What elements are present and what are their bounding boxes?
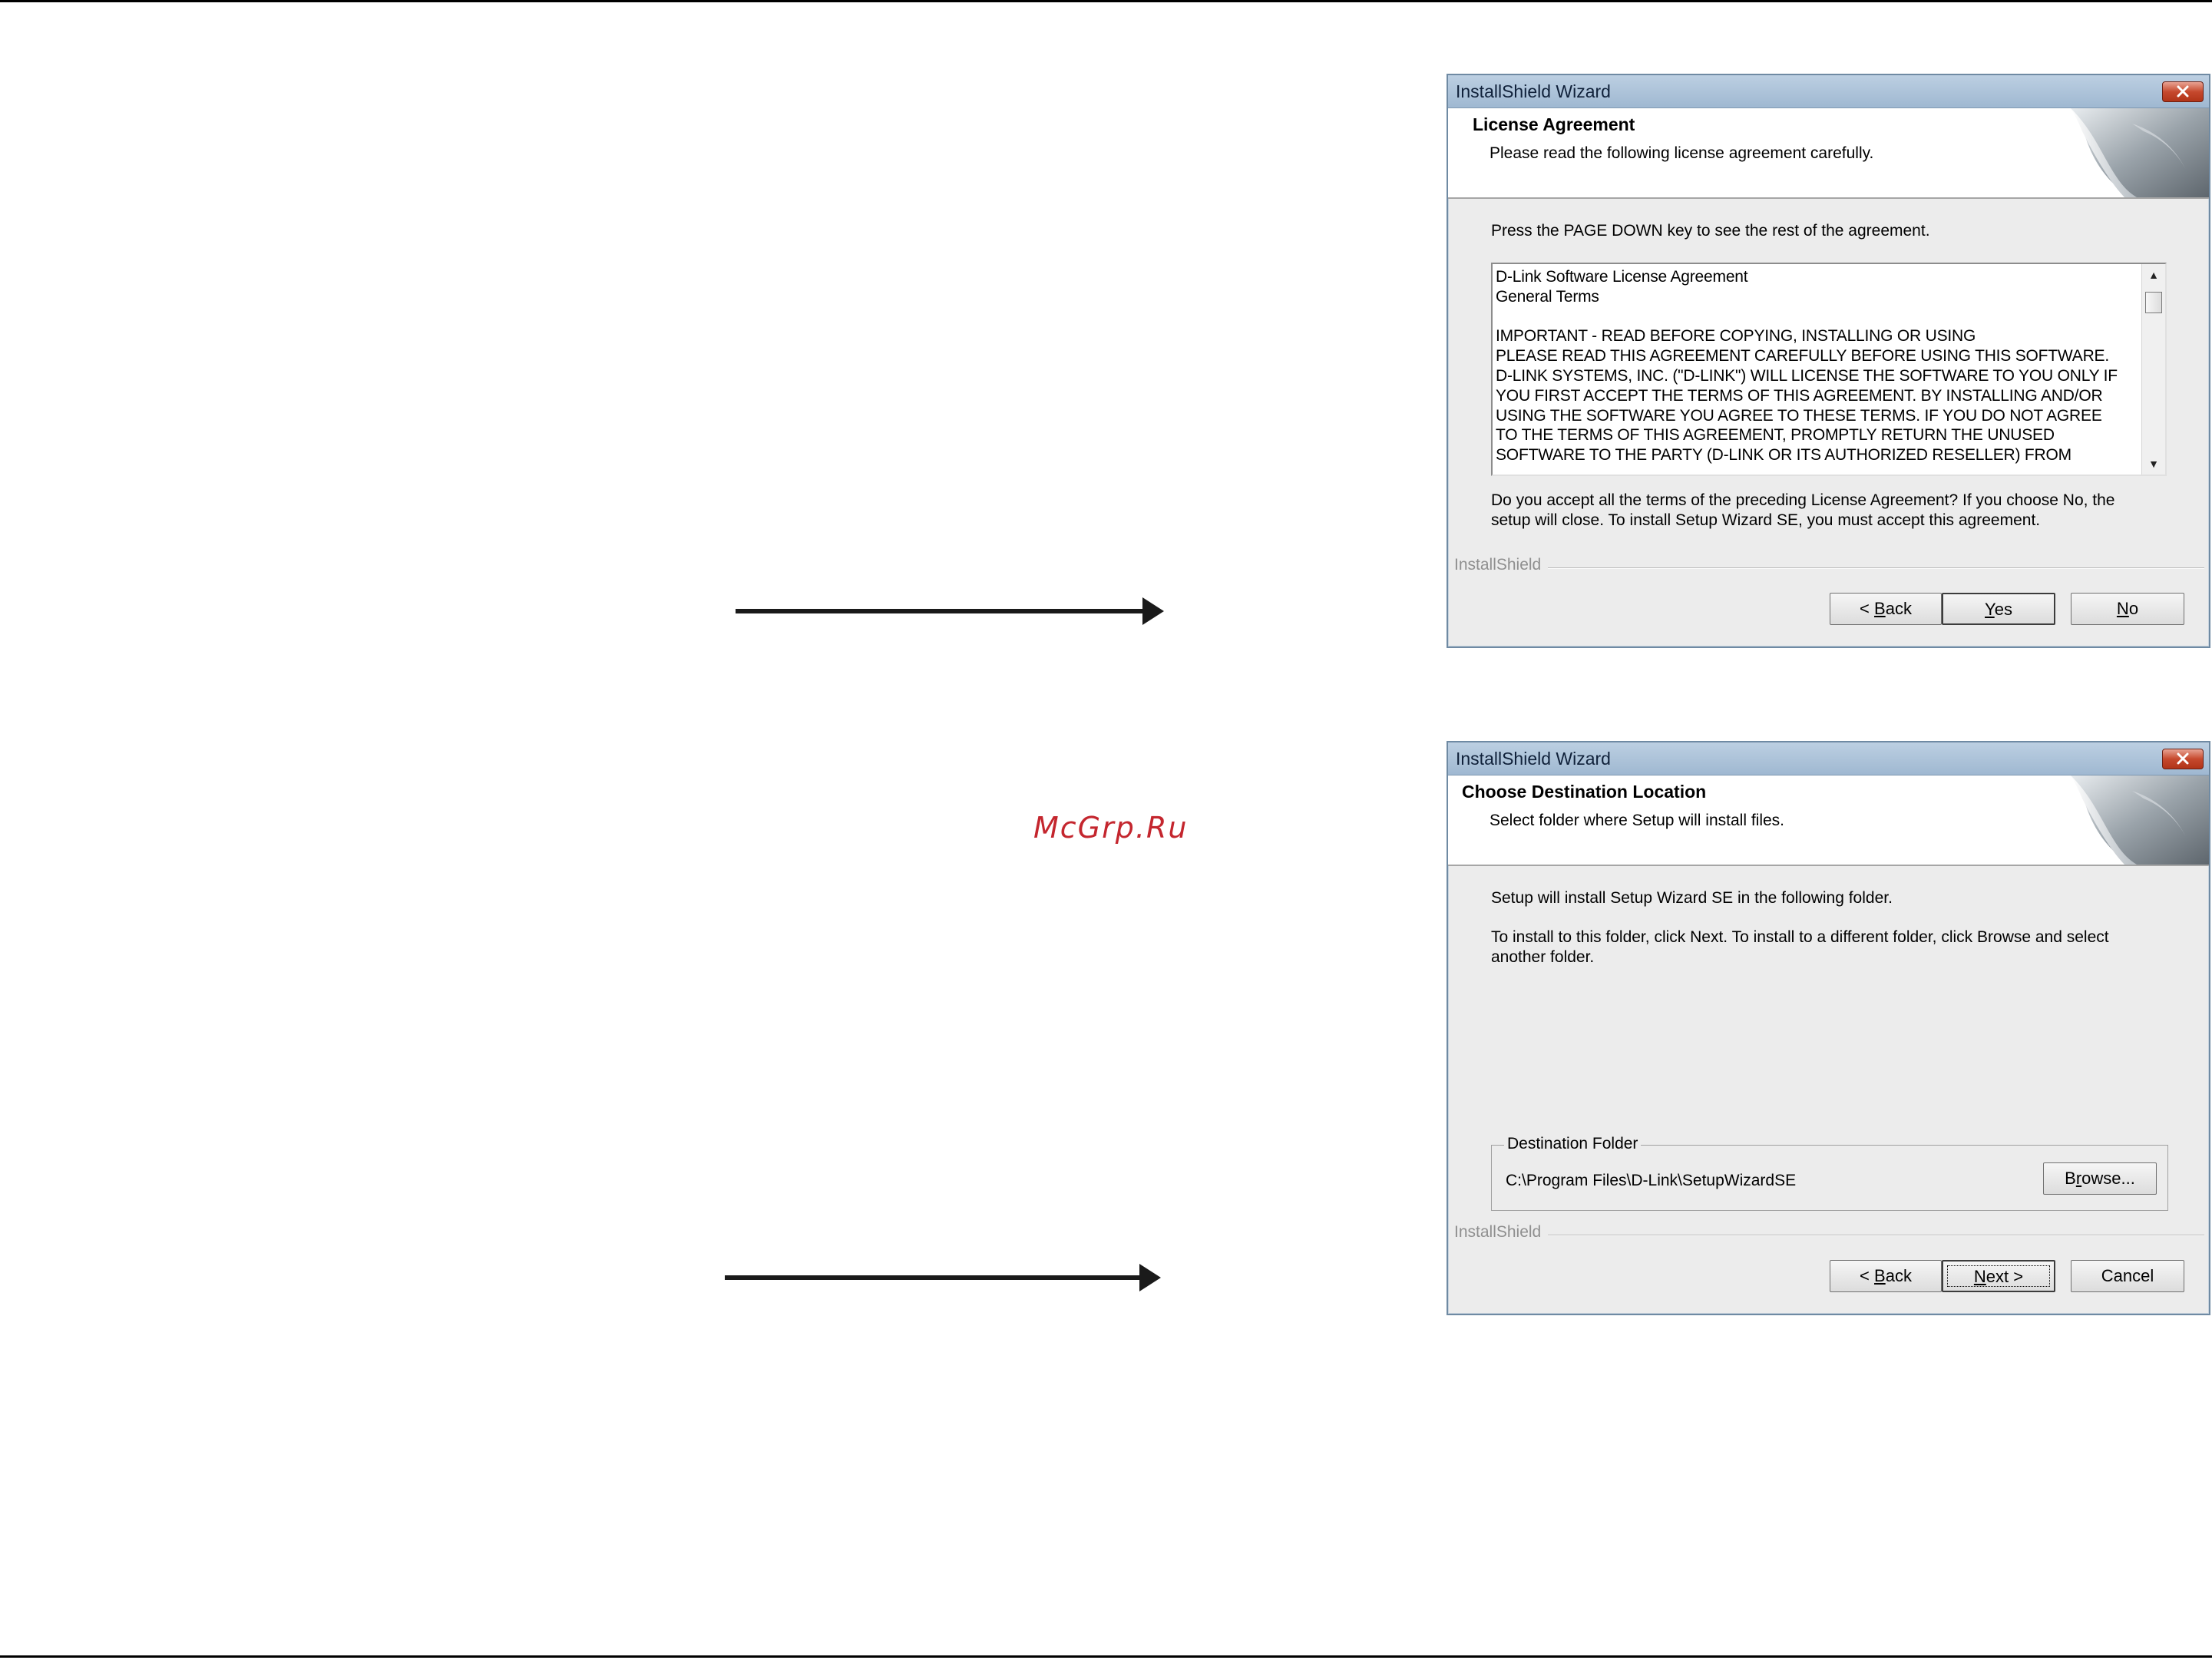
header-panel: Choose Destination Location Select folde…: [1448, 775, 2209, 866]
back-button[interactable]: < Back: [1830, 593, 1942, 625]
window-title: InstallShield Wizard: [1456, 749, 1611, 769]
scroll-thumb[interactable]: [2145, 292, 2162, 313]
close-button[interactable]: [2162, 749, 2204, 769]
window-title: InstallShield Wizard: [1456, 81, 1611, 101]
instruction-text: Press the PAGE DOWN key to see the rest …: [1491, 222, 1930, 240]
yes-button[interactable]: Yes: [1942, 593, 2055, 625]
choose-destination-dialog: InstallShield Wizard Choose Destination …: [1447, 741, 2210, 1315]
accept-question-line2: setup will close. To install Setup Wizar…: [1491, 511, 2041, 529]
close-icon: [2177, 85, 2189, 98]
back-button[interactable]: < Back: [1830, 1260, 1942, 1292]
accept-question-line1: Do you accept all the terms of the prece…: [1491, 491, 2115, 509]
license-scrollbar[interactable]: ▲ ▼: [2141, 264, 2165, 475]
installshield-graphic-icon: [2071, 775, 2209, 865]
install-folder-text: Setup will install Setup Wizard SE in th…: [1491, 889, 1893, 907]
installshield-label: InstallShield: [1454, 556, 1542, 574]
header-subtitle: Please read the following license agreem…: [1490, 144, 1874, 162]
destination-folder-group: Destination Folder C:\Program Files\D-Li…: [1491, 1135, 2168, 1211]
page-bottom-rule: [0, 1655, 2212, 1658]
footer-divider: [1548, 1235, 2204, 1236]
footer-divider: [1548, 567, 2204, 569]
page-top-rule: [0, 0, 2212, 2]
close-icon: [2177, 752, 2189, 765]
titlebar: InstallShield Wizard: [1448, 75, 2209, 108]
installshield-label: InstallShield: [1454, 1223, 1542, 1241]
close-button[interactable]: [2162, 81, 2204, 102]
arrow-to-yes-icon: [736, 597, 1164, 625]
install-instruction-line1: To install to this folder, click Next. T…: [1491, 928, 2109, 946]
titlebar: InstallShield Wizard: [1448, 742, 2209, 775]
header-panel: License Agreement Please read the follow…: [1448, 108, 2209, 199]
destination-folder-legend: Destination Folder: [1504, 1135, 1642, 1153]
destination-path: C:\Program Files\D-Link\SetupWizardSE: [1506, 1172, 1797, 1189]
watermark: McGrp.Ru: [1033, 811, 1189, 845]
scroll-up-icon[interactable]: ▲: [2142, 264, 2165, 286]
browse-button[interactable]: Browse...: [2043, 1162, 2157, 1195]
arrow-to-next-icon: [725, 1264, 1161, 1291]
installshield-graphic-icon: [2071, 108, 2209, 197]
install-instruction-line2: another folder.: [1491, 948, 1595, 966]
next-button[interactable]: Next >: [1942, 1260, 2055, 1292]
header-title: License Agreement: [1473, 114, 1635, 134]
license-textbox[interactable]: D-Link Software License Agreement Genera…: [1491, 263, 2167, 476]
cancel-button[interactable]: Cancel: [2071, 1260, 2184, 1292]
no-button[interactable]: No: [2071, 593, 2184, 625]
header-title: Choose Destination Location: [1462, 782, 1707, 802]
header-subtitle: Select folder where Setup will install f…: [1490, 812, 1785, 829]
license-agreement-dialog: InstallShield Wizard License Agreement P…: [1447, 74, 2210, 648]
scroll-down-icon[interactable]: ▼: [2142, 453, 2165, 475]
license-text: D-Link Software License Agreement Genera…: [1496, 268, 2118, 465]
